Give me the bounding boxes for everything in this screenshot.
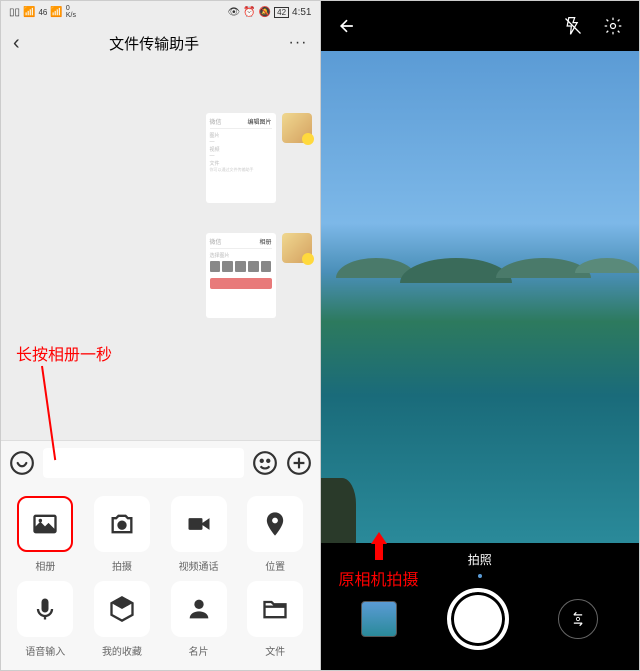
message-1[interactable]: 微信编辑图片 图片 — 视频 — 文件 你可以通过文件传输助手 [206, 113, 312, 203]
video-label: 视频通话 [179, 558, 219, 573]
chat-title: 文件传输助手 [109, 33, 199, 54]
send-button [210, 278, 272, 289]
network-label: 46 [38, 8, 47, 17]
message-2[interactable]: 微信相册 选择图片 [206, 233, 312, 318]
camera-controls: 拍照 [321, 543, 640, 670]
favorites-button[interactable]: 我的收藏 [86, 581, 159, 658]
battery-icon: 42 [274, 7, 289, 18]
plus-icon[interactable] [286, 450, 312, 476]
favorites-label: 我的收藏 [102, 643, 142, 658]
camera-screen: 拍照 原相机拍摄 [321, 1, 640, 670]
avatar[interactable] [282, 233, 312, 263]
video-call-button[interactable]: 视频通话 [162, 496, 235, 573]
folder-icon [247, 581, 303, 637]
album-label: 相册 [35, 558, 55, 573]
album-button[interactable]: 相册 [9, 496, 82, 573]
location-label: 位置 [265, 558, 285, 573]
signal-icon-2: 📶 [50, 7, 62, 18]
namecard-button[interactable]: 名片 [162, 581, 235, 658]
camera-icon [94, 496, 150, 552]
annotation-text: 原相机拍摄 [339, 566, 419, 590]
time-label: 4:51 [292, 7, 311, 18]
mic-icon [17, 581, 73, 637]
status-bar: ▯▯ 📶 46 📶 0K/s 👁 ⏰ 🔕 42 4:51 [1, 1, 320, 23]
camera-topbar [321, 1, 640, 51]
annotation-arrow [371, 532, 387, 560]
speed-label: 0K/s [66, 5, 76, 19]
location-icon [247, 496, 303, 552]
chat-header: ‹ 文件传输助手 ··· [1, 23, 320, 63]
video-icon [171, 496, 227, 552]
file-button[interactable]: 文件 [239, 581, 312, 658]
album-icon [17, 496, 73, 552]
attachment-panel: 相册 拍摄 视频通话 位置 [1, 484, 320, 670]
back-icon[interactable]: ‹ [13, 32, 20, 55]
voice-input-button[interactable]: 语音输入 [9, 581, 82, 658]
annotation-text: 长按相册一秒 [16, 341, 112, 365]
chat-messages[interactable]: 微信编辑图片 图片 — 视频 — 文件 你可以通过文件传输助手 微信相册 选择图… [1, 63, 320, 440]
camera-button[interactable]: 拍摄 [86, 496, 159, 573]
camera-label: 拍摄 [112, 558, 132, 573]
camera-viewfinder[interactable] [321, 51, 640, 543]
namecard-label: 名片 [189, 643, 209, 658]
avatar[interactable] [282, 113, 312, 143]
foreground-foliage [321, 478, 356, 543]
sim-icon: ▯▯ [9, 7, 20, 18]
signal-icon: 📶 [23, 7, 35, 18]
switch-camera-button[interactable] [558, 599, 598, 639]
mode-indicator [478, 574, 482, 578]
flash-off-icon[interactable] [563, 16, 583, 36]
voice-input-label: 语音输入 [25, 643, 65, 658]
person-icon [171, 581, 227, 637]
shutter-button[interactable] [447, 588, 509, 650]
settings-icon[interactable] [603, 16, 623, 36]
message-input[interactable] [43, 448, 244, 478]
wechat-screen: ▯▯ 📶 46 📶 0K/s 👁 ⏰ 🔕 42 4:51 ‹ 文件传输助手 ··… [1, 1, 321, 670]
message-bubble: 微信相册 选择图片 [206, 233, 276, 318]
message-bubble: 微信编辑图片 图片 — 视频 — 文件 你可以通过文件传输助手 [206, 113, 276, 203]
photo-mode[interactable]: 拍照 [468, 551, 492, 568]
voice-icon[interactable] [9, 450, 35, 476]
location-button[interactable]: 位置 [239, 496, 312, 573]
eye-icon: 👁 [228, 7, 241, 18]
back-icon[interactable] [337, 16, 357, 36]
gallery-thumbnail[interactable] [361, 601, 397, 637]
emoji-icon[interactable] [252, 450, 278, 476]
input-bar [1, 440, 320, 484]
mute-icon: 🔕 [259, 7, 271, 18]
file-label: 文件 [265, 643, 285, 658]
more-icon[interactable]: ··· [289, 34, 308, 52]
alarm-icon: ⏰ [243, 7, 255, 18]
cube-icon [94, 581, 150, 637]
